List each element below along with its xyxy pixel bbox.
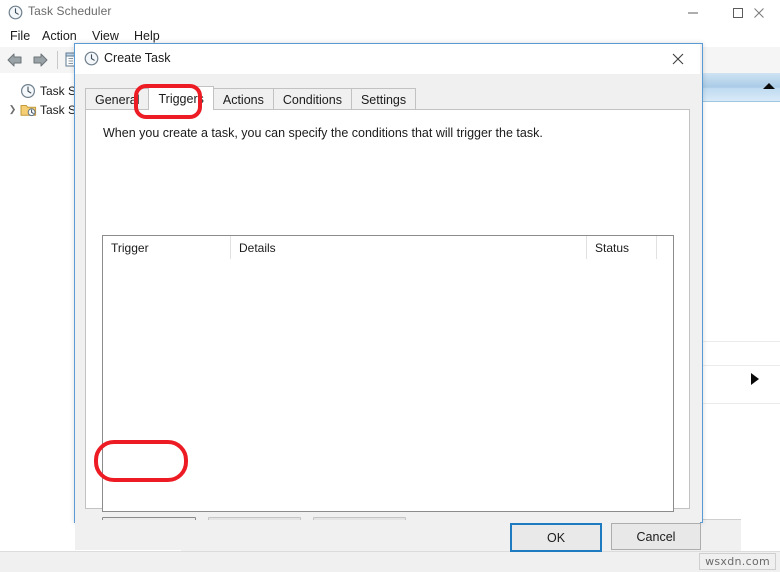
trigger-list[interactable]: Trigger Details Status: [102, 235, 674, 512]
trigger-list-rows: [103, 259, 673, 510]
trigger-list-header: Trigger Details Status: [103, 236, 673, 260]
close-icon[interactable]: [737, 0, 780, 25]
tab-conditions[interactable]: Conditions: [272, 88, 352, 110]
tab-settings[interactable]: Settings: [350, 88, 417, 110]
menu-file[interactable]: File: [6, 27, 34, 45]
dialog-body: General Triggers Actions Conditions Sett…: [75, 74, 701, 552]
tree-item-task-scheduler-library[interactable]: ❯ Task S: [6, 100, 76, 119]
back-arrow-icon[interactable]: [5, 51, 25, 69]
tab-triggers[interactable]: Triggers: [148, 86, 214, 110]
dialog-title: Create Task: [104, 51, 171, 65]
forward-arrow-icon[interactable]: [30, 51, 50, 69]
column-header-trigger[interactable]: Trigger: [103, 236, 231, 259]
actions-pane-divider: [703, 403, 780, 404]
dialog-tabstrip: General Triggers Actions Conditions Sett…: [85, 86, 417, 110]
column-header-details[interactable]: Details: [231, 236, 587, 259]
actions-pane: [702, 73, 780, 551]
ok-button[interactable]: OK: [510, 523, 602, 552]
window-bottom-bar: [0, 551, 780, 572]
column-header-spacer: [657, 236, 673, 259]
main-window-titlebar: Task Scheduler: [0, 0, 780, 25]
minimize-icon[interactable]: [670, 0, 715, 25]
main-window-title: Task Scheduler: [28, 4, 112, 18]
task-folder-icon: [20, 102, 37, 118]
clock-icon: [20, 83, 37, 99]
toolbar-separator: [57, 51, 58, 69]
clock-icon: [8, 5, 23, 20]
close-icon[interactable]: [656, 44, 700, 73]
tab-general[interactable]: General: [85, 88, 150, 110]
dialog-footer: OK Cancel: [75, 520, 701, 552]
tree-item-label: Task S: [40, 102, 77, 117]
triggers-description: When you create a task, you can specify …: [103, 126, 543, 140]
expand-right-icon[interactable]: [751, 373, 759, 385]
collapse-up-icon[interactable]: [763, 83, 775, 89]
actions-pane-divider: [703, 341, 780, 342]
column-header-status[interactable]: Status: [587, 236, 657, 259]
dialog-titlebar: Create Task: [75, 44, 700, 74]
screen-root: Task Scheduler File Action View Help Tas…: [0, 0, 780, 572]
tab-actions[interactable]: Actions: [212, 88, 274, 110]
chevron-placeholder-icon: [6, 84, 19, 97]
clock-icon: [84, 51, 99, 66]
triggers-tab-panel: When you create a task, you can specify …: [85, 109, 690, 543]
watermark: wsxdn.com: [699, 553, 776, 570]
cancel-button[interactable]: Cancel: [611, 523, 701, 550]
actions-pane-divider: [703, 365, 780, 366]
actions-pane-header: [703, 73, 780, 102]
create-task-dialog: Create Task General Triggers Actions Con…: [74, 43, 703, 552]
chevron-right-icon[interactable]: ❯: [6, 103, 19, 116]
